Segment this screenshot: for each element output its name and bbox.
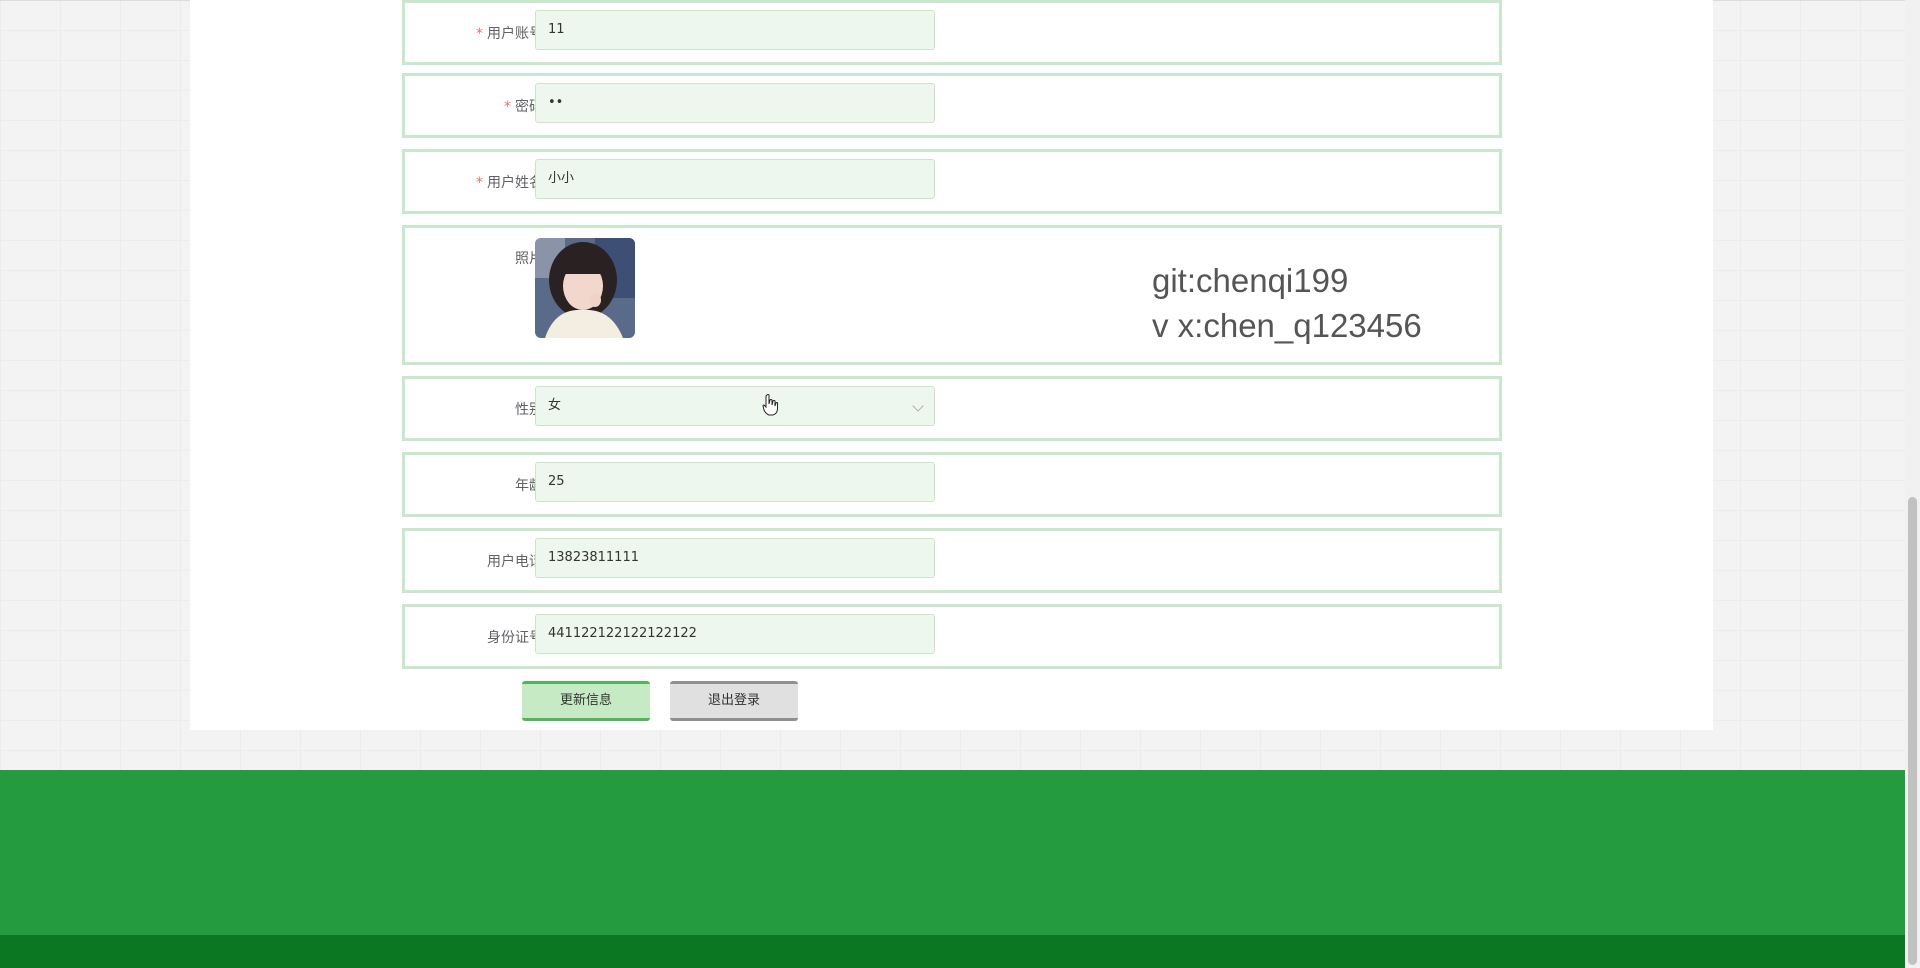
watermark-line1: git:chenqi199 [1152, 262, 1349, 299]
photo-thumbnail[interactable] [535, 238, 635, 338]
form-row-photo: 照片 git:chenqi199 v x:chen_q123456 [402, 225, 1502, 365]
required-mark: * [504, 99, 511, 115]
photo-image [535, 238, 635, 338]
footer [0, 770, 1905, 935]
form-row-age: 年龄 25 [402, 452, 1502, 517]
name-input[interactable]: 小小 [535, 159, 935, 199]
form-row-name: * 用户姓名 小小 [402, 149, 1502, 214]
required-mark: * [476, 175, 483, 191]
form-row-id-card: 身份证号 441122122122122122 [402, 604, 1502, 669]
required-mark: * [476, 26, 483, 42]
form-row-phone: 用户电话 13823811111 [402, 528, 1502, 593]
age-input[interactable]: 25 [535, 462, 935, 502]
form-row-account: * 用户账号 11 [402, 0, 1502, 65]
watermark-text: git:chenqi199 v x:chen_q123456 [1152, 258, 1422, 348]
logout-button[interactable]: 退出登录 [670, 681, 798, 721]
update-info-button[interactable]: 更新信息 [522, 681, 650, 721]
footer-bottom-bar [0, 935, 1905, 968]
account-input[interactable]: 11 [535, 10, 935, 50]
page-scrollbar[interactable] [1905, 0, 1920, 968]
phone-input[interactable]: 13823811111 [535, 538, 935, 578]
chevron-down-icon [912, 400, 924, 412]
gender-select-value: 女 [548, 398, 562, 413]
form-row-gender: 性别 女 [402, 376, 1502, 441]
hand-cursor-icon [762, 394, 778, 416]
name-label: * 用户姓名 [476, 172, 543, 192]
account-label: * 用户账号 [476, 23, 543, 43]
scrollbar-thumb[interactable] [1908, 497, 1917, 965]
password-input[interactable]: •• [535, 83, 935, 123]
id-card-input[interactable]: 441122122122122122 [535, 614, 935, 654]
watermark-line2: v x:chen_q123456 [1152, 307, 1422, 344]
form-row-password: * 密码 •• [402, 73, 1502, 138]
gender-select[interactable]: 女 [535, 386, 935, 426]
